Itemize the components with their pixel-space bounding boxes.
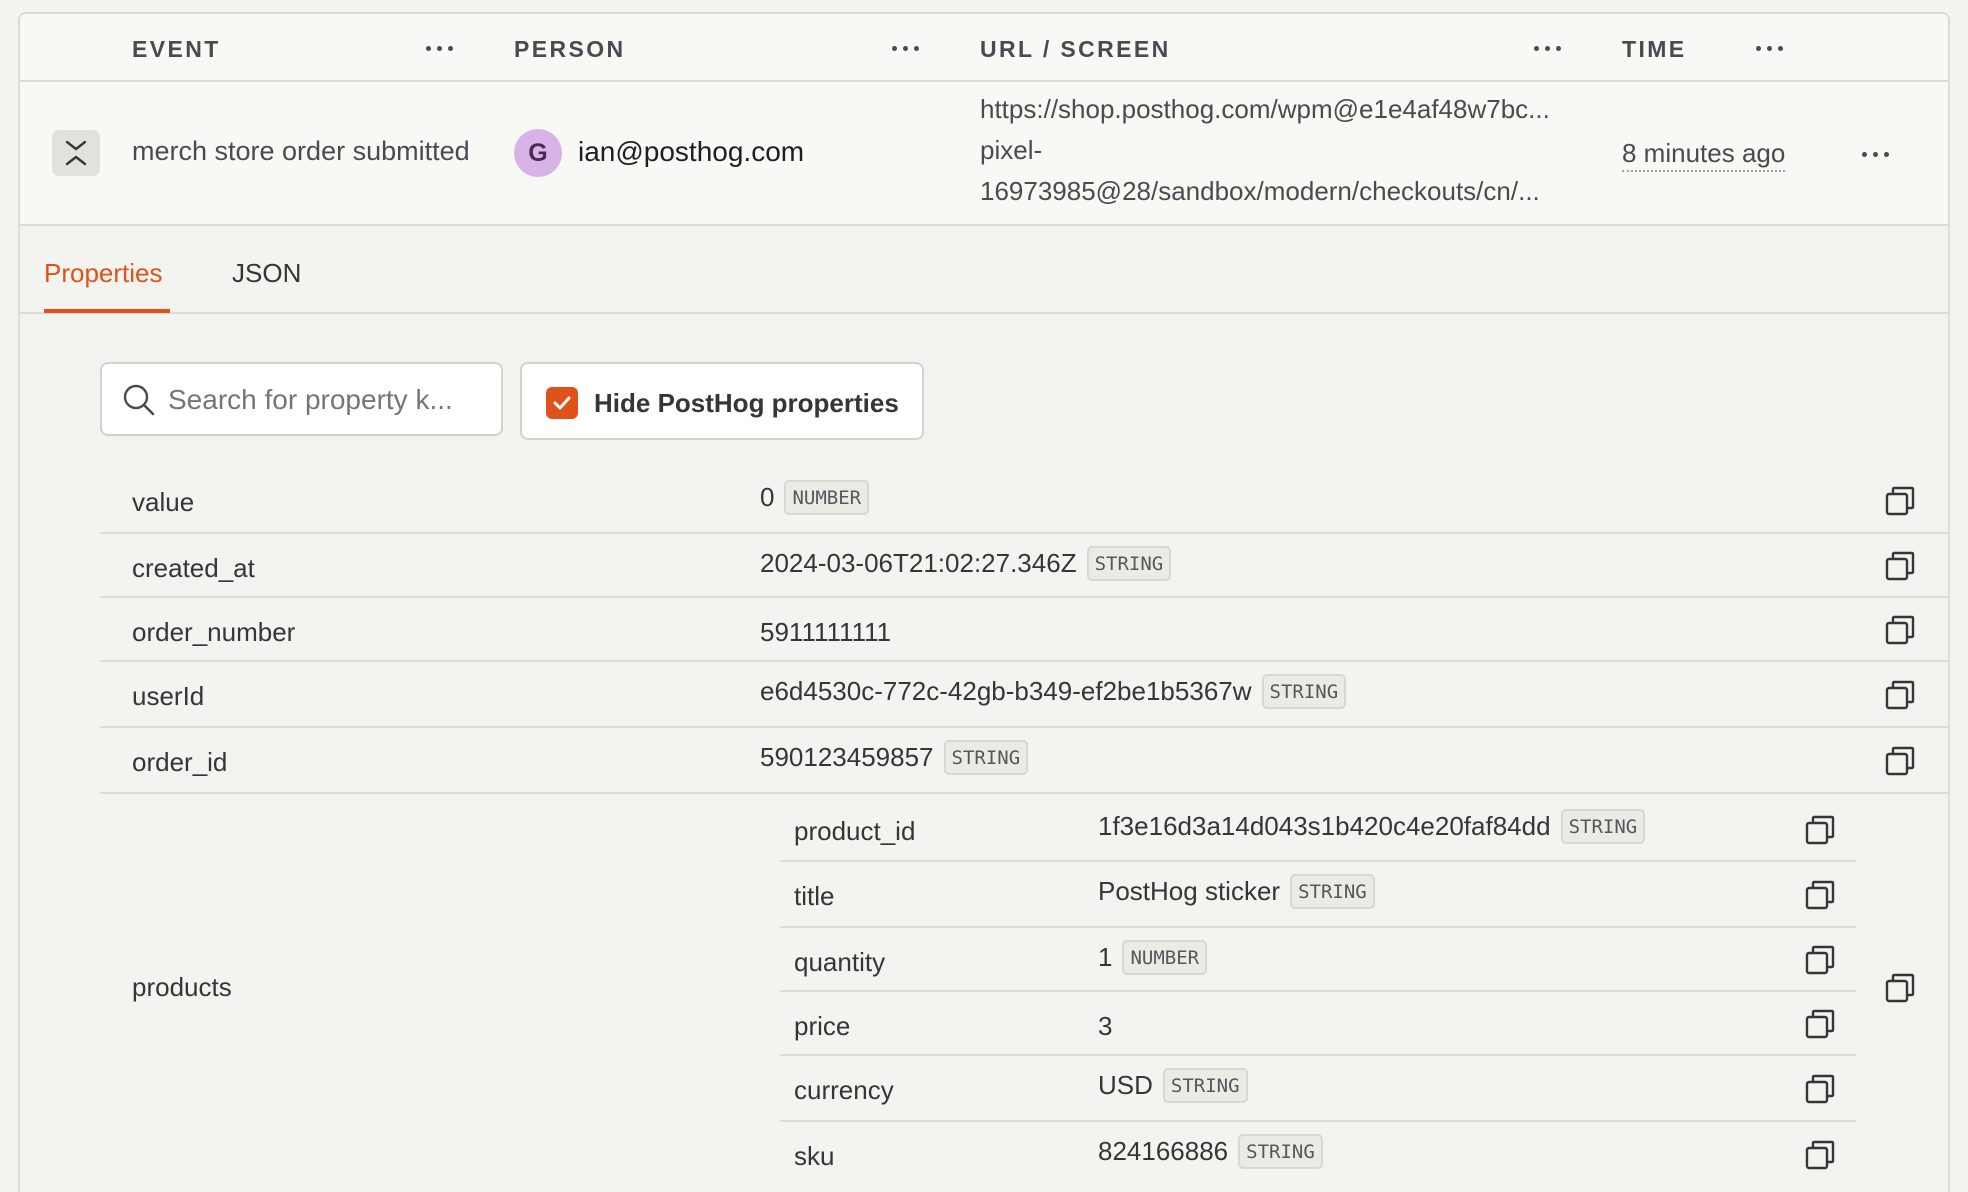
property-value: 2024-03-06T21:02:27.346Z STRING xyxy=(760,546,1172,581)
row-more-options-icon[interactable] xyxy=(1862,152,1889,157)
event-name: merch store order submitted xyxy=(132,136,470,166)
person-avatar: G xyxy=(514,129,562,177)
nested-key: quantity xyxy=(794,947,886,977)
property-row: order_number 5911111111 xyxy=(100,598,1948,662)
type-badge: STRING xyxy=(1162,1068,1248,1103)
property-value: e6d4530c-772c-42gb-b349-ef2be1b5367w STR… xyxy=(760,674,1347,709)
nested-key: price xyxy=(794,1011,851,1041)
copy-icon[interactable] xyxy=(1804,879,1836,911)
nested-property-row: product_id 1f3e16d3a14d043s1b420c4e20faf… xyxy=(780,796,1856,862)
copy-icon[interactable] xyxy=(1884,745,1916,777)
nested-key: currency xyxy=(794,1075,894,1105)
property-key: userId xyxy=(132,681,205,711)
url-line: https://shop.posthog.com/wpm@e1e4af48w7b… xyxy=(980,94,1550,124)
time-column-menu-icon[interactable] xyxy=(1756,46,1783,51)
type-badge: STRING xyxy=(943,740,1029,775)
copy-icon[interactable] xyxy=(1804,1139,1836,1171)
copy-icon[interactable] xyxy=(1884,614,1916,646)
nested-value-text: PostHog sticker xyxy=(1098,876,1281,906)
type-badge: NUMBER xyxy=(1122,940,1208,975)
property-key: order_id xyxy=(132,747,228,777)
active-tab-indicator xyxy=(44,309,170,313)
type-badge: STRING xyxy=(1560,809,1646,844)
property-row: order_id 590123459857 STRING xyxy=(100,728,1948,794)
nested-value: PostHog sticker STRING xyxy=(1098,874,1375,909)
hide-posthog-label: Hide PostHog properties xyxy=(594,388,899,418)
nested-value-text: 1f3e16d3a14d043s1b420c4e20faf84dd xyxy=(1098,811,1551,841)
person-email-link[interactable]: ian@posthog.com xyxy=(578,136,804,168)
url-line: pixel- xyxy=(980,135,1043,165)
nested-key: product_id xyxy=(794,816,916,846)
property-value-text: e6d4530c-772c-42gb-b349-ef2be1b5367w xyxy=(760,676,1252,706)
collapse-chevrons-icon xyxy=(65,140,87,166)
nested-property-row: currency USD STRING xyxy=(780,1056,1856,1122)
search-icon xyxy=(123,384,155,416)
copy-icon[interactable] xyxy=(1884,550,1916,582)
url-column-menu-icon[interactable] xyxy=(1534,46,1561,51)
nested-property-row: quantity 1 NUMBER xyxy=(780,928,1856,992)
tab-properties[interactable]: Properties xyxy=(44,258,163,289)
type-badge: NUMBER xyxy=(784,480,870,515)
detail-tabs: Properties JSON xyxy=(20,226,1948,314)
nested-key: sku xyxy=(794,1141,835,1171)
url-line: 16973985@28/sandbox/modern/checkouts/cn/… xyxy=(980,176,1540,206)
copy-icon[interactable] xyxy=(1804,1008,1836,1040)
property-row: userId e6d4530c-772c-42gb-b349-ef2be1b53… xyxy=(100,662,1948,728)
column-header-event[interactable]: EVENT xyxy=(132,36,221,63)
column-header-person[interactable]: PERSON xyxy=(514,36,626,63)
event-time[interactable]: 8 minutes ago xyxy=(1622,138,1786,172)
type-badge: STRING xyxy=(1290,874,1375,909)
type-badge: STRING xyxy=(1086,546,1172,581)
property-value: 590123459857 STRING xyxy=(760,740,1029,775)
copy-icon[interactable] xyxy=(1804,944,1836,976)
table-header: EVENT PERSON URL / SCREEN TIME xyxy=(20,14,1948,82)
tab-json[interactable]: JSON xyxy=(232,258,301,289)
nested-key: title xyxy=(794,881,835,911)
hide-posthog-checkbox[interactable] xyxy=(546,387,578,419)
event-column-menu-icon[interactable] xyxy=(426,46,453,51)
nested-value-text: 3 xyxy=(1098,1011,1113,1041)
property-key: value xyxy=(132,487,195,517)
event-row[interactable]: merch store order submitted G ian@postho… xyxy=(20,82,1948,226)
property-value-text: 5911111111 xyxy=(760,617,892,647)
nested-property-row: title PostHog sticker STRING xyxy=(780,862,1856,928)
copy-icon[interactable] xyxy=(1884,679,1916,711)
nested-value-text: USD xyxy=(1098,1070,1153,1100)
copy-icon[interactable] xyxy=(1884,485,1916,517)
property-row: created_at 2024-03-06T21:02:27.346Z STRI… xyxy=(100,534,1948,598)
type-badge: STRING xyxy=(1261,674,1347,709)
nested-value: 1f3e16d3a14d043s1b420c4e20faf84dd STRING xyxy=(1098,809,1646,844)
nested-value: 824166886 STRING xyxy=(1098,1134,1323,1169)
person-column-menu-icon[interactable] xyxy=(892,46,919,51)
nested-value: USD STRING xyxy=(1098,1068,1248,1103)
type-badge: STRING xyxy=(1238,1134,1323,1169)
nested-value: 1 NUMBER xyxy=(1098,940,1208,975)
property-key: products xyxy=(132,972,232,1002)
nested-property-row: sku 824166886 STRING xyxy=(780,1122,1856,1188)
hide-posthog-properties-toggle[interactable]: Hide PostHog properties xyxy=(520,362,924,440)
property-value-text: 2024-03-06T21:02:27.346Z xyxy=(760,548,1077,578)
nested-value-text: 824166886 xyxy=(1098,1136,1229,1166)
nested-value-text: 1 xyxy=(1098,942,1113,972)
property-key: created_at xyxy=(132,553,255,583)
column-header-url[interactable]: URL / SCREEN xyxy=(980,36,1171,63)
event-detail-panel: EVENT PERSON URL / SCREEN TIME merch sto… xyxy=(18,12,1950,1192)
copy-icon[interactable] xyxy=(1804,814,1836,846)
copy-icon[interactable] xyxy=(1804,1073,1836,1105)
property-value: 5911111111 xyxy=(760,617,891,648)
collapse-button[interactable] xyxy=(52,130,100,176)
nested-value: 3 xyxy=(1098,1011,1112,1042)
property-search[interactable] xyxy=(100,362,503,436)
checkmark-icon xyxy=(553,396,571,410)
search-input[interactable] xyxy=(168,382,484,418)
property-key: order_number xyxy=(132,617,296,647)
property-value-text: 0 xyxy=(760,482,775,512)
property-row: value 0 NUMBER xyxy=(100,468,1948,534)
property-value: 0 NUMBER xyxy=(760,480,870,515)
column-header-time[interactable]: TIME xyxy=(1622,36,1687,63)
nested-property-row: price 3 xyxy=(780,992,1856,1056)
property-value-text: 590123459857 xyxy=(760,742,934,772)
copy-icon[interactable] xyxy=(1884,972,1916,1004)
